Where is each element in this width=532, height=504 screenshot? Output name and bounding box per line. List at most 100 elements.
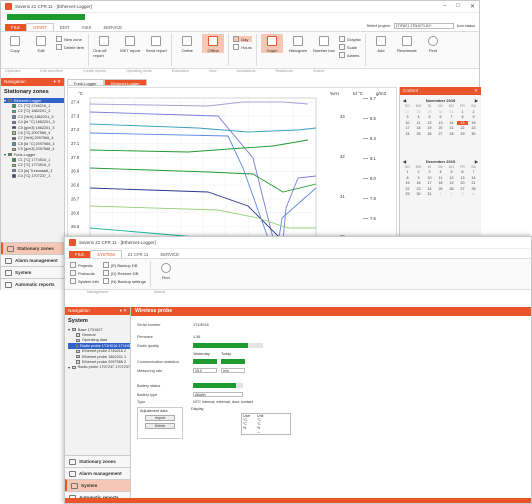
- calendar-day[interactable]: 7: [446, 115, 457, 119]
- tab-start[interactable]: START: [26, 23, 54, 31]
- calendar-day[interactable]: 5: [446, 170, 457, 174]
- system-info-button[interactable]: System info: [70, 278, 99, 284]
- calendar-day[interactable]: 14: [446, 121, 457, 125]
- backup-db-button[interactable]: (E) Backup DB: [103, 262, 146, 268]
- calendar-day[interactable]: 8: [457, 115, 468, 119]
- calendar-day[interactable]: 30: [435, 110, 446, 114]
- calendar-day[interactable]: 6: [457, 170, 468, 174]
- tab-service[interactable]: SERVICE: [97, 24, 128, 31]
- measuring-rate-input[interactable]: 15.0: [193, 367, 217, 374]
- expand-icon[interactable]: ▾: [68, 365, 70, 370]
- calendar-day[interactable]: 25: [413, 132, 424, 136]
- protocols-button[interactable]: Protocols: [70, 270, 99, 276]
- delete-button[interactable]: Delete: [145, 423, 175, 429]
- find-button-2[interactable]: Find: [155, 261, 177, 287]
- calendar-day[interactable]: 27: [457, 187, 468, 191]
- calendar-day[interactable]: 15: [457, 120, 468, 125]
- close-icon[interactable]: ✕: [474, 88, 478, 94]
- number-box-button[interactable]: Number box: [313, 34, 335, 53]
- calendar-day[interactable]: 1: [402, 170, 413, 174]
- pin-icon[interactable]: ▾ ✕: [120, 308, 127, 314]
- hours-button[interactable]: Hours: [233, 44, 252, 50]
- day-button[interactable]: Day: [233, 36, 252, 42]
- calendar-day[interactable]: 13: [457, 176, 468, 180]
- online-button[interactable]: Online: [176, 34, 198, 53]
- next-month-icon[interactable]: ▶: [475, 98, 478, 103]
- calendar-day[interactable]: 11: [413, 121, 424, 125]
- calendar-day[interactable]: 23: [468, 126, 479, 130]
- doc-tab-ethernet-logger[interactable]: Ethernet-Logger: [103, 79, 147, 86]
- next-month-icon[interactable]: ▶: [475, 159, 478, 164]
- calendar-day[interactable]: 9: [468, 115, 479, 119]
- calendar-day[interactable]: 29: [402, 192, 413, 196]
- calendar-day[interactable]: 3: [424, 170, 435, 174]
- calendar-day[interactable]: 21: [446, 126, 457, 130]
- close-icon[interactable]: ✕: [470, 3, 475, 10]
- calendar-day[interactable]: 20: [435, 126, 446, 130]
- calendar-day[interactable]: 2: [446, 192, 457, 196]
- nav-stationary-zones[interactable]: Stationary zones: [65, 455, 130, 467]
- calendar-day[interactable]: 9: [413, 176, 424, 180]
- calendar-day[interactable]: 2: [413, 170, 424, 174]
- tab-file[interactable]: FILE: [69, 251, 91, 258]
- pin-icon[interactable]: ▾ ✕: [54, 79, 61, 85]
- battery-type-select[interactable]: Alkalin: [193, 391, 243, 398]
- expand-icon[interactable]: ▾: [4, 98, 6, 103]
- calendar-day[interactable]: 4: [468, 192, 479, 196]
- calendar-day[interactable]: 28: [413, 110, 424, 114]
- one-off-report-button[interactable]: One-off report: [93, 34, 115, 58]
- calendar-day[interactable]: 8: [402, 176, 413, 180]
- tab-service[interactable]: SERVICE: [154, 251, 185, 258]
- calendar-day[interactable]: 29: [457, 132, 468, 136]
- add-annotation-button[interactable]: Add: [370, 34, 392, 53]
- tree-item[interactable]: ▾ Radio probe 1707237 1707237: [68, 365, 130, 370]
- calendar-day[interactable]: 12: [424, 121, 435, 125]
- calendar-day[interactable]: 28: [446, 132, 457, 136]
- delete-item-button[interactable]: Delete item: [56, 44, 84, 50]
- expand-icon[interactable]: ▾: [4, 152, 6, 157]
- calendar-day[interactable]: 13: [435, 121, 446, 125]
- calendar-day[interactable]: 11: [435, 176, 446, 180]
- copy-button[interactable]: Copy: [4, 34, 26, 53]
- calendar-day[interactable]: 10: [424, 176, 435, 180]
- calendar-day[interactable]: 25: [435, 187, 446, 191]
- nav-system[interactable]: System: [65, 479, 130, 491]
- calendar-day[interactable]: 28: [468, 187, 479, 191]
- nav-alarm-management[interactable]: Alarm management: [65, 467, 130, 479]
- calendar-day[interactable]: 19: [424, 126, 435, 130]
- calendar-day[interactable]: 27: [402, 110, 413, 114]
- calendar-day[interactable]: 16: [413, 181, 424, 185]
- calendar-day[interactable]: 30: [468, 132, 479, 136]
- calendar-day[interactable]: 19: [446, 181, 457, 185]
- mkt-report-button[interactable]: MKT report: [119, 34, 141, 53]
- nav-automatic-reports[interactable]: Automatic reports: [1, 278, 64, 290]
- icon-status-label[interactable]: Icon status: [457, 24, 475, 28]
- tab-file[interactable]: FILE: [5, 24, 27, 31]
- calendar-day[interactable]: 18: [413, 126, 424, 130]
- calendar-day[interactable]: 26: [446, 187, 457, 191]
- alarms-checkbox[interactable]: Alarms: [339, 52, 361, 58]
- calendar-day[interactable]: 22: [402, 187, 413, 191]
- calendar-day[interactable]: 1: [435, 192, 446, 196]
- calendar-day[interactable]: 12: [446, 176, 457, 180]
- project-select[interactable]: 1TIF8Z1 1T0H271-81*: [393, 23, 454, 29]
- minimize-icon[interactable]: –: [443, 3, 446, 10]
- find-button[interactable]: Find: [422, 34, 444, 53]
- calendar-day[interactable]: 10: [402, 121, 413, 125]
- prev-month-icon[interactable]: ◀: [403, 159, 406, 164]
- send-report-button[interactable]: Send report: [145, 34, 167, 53]
- calendar-day[interactable]: 3: [457, 192, 468, 196]
- tree-item[interactable]: C4 [°C] 1707237_1: [4, 173, 64, 178]
- tab-axis[interactable]: AXIS: [76, 24, 98, 31]
- calendar-day[interactable]: 18: [435, 181, 446, 185]
- backup-settings-button[interactable]: (N) Backup settings: [103, 278, 146, 284]
- calendar-day[interactable]: 31: [424, 192, 435, 196]
- calendar-day[interactable]: 7: [468, 170, 479, 174]
- calendar-day[interactable]: 4: [413, 115, 424, 119]
- calendar-day[interactable]: 15: [402, 181, 413, 185]
- calendar-day[interactable]: 6: [435, 115, 446, 119]
- expand-icon[interactable]: ▾: [68, 327, 70, 332]
- nav-stationary-zones[interactable]: Stationary zones: [1, 242, 64, 254]
- calendar-day[interactable]: 27: [435, 132, 446, 136]
- maximize-icon[interactable]: □: [456, 3, 460, 10]
